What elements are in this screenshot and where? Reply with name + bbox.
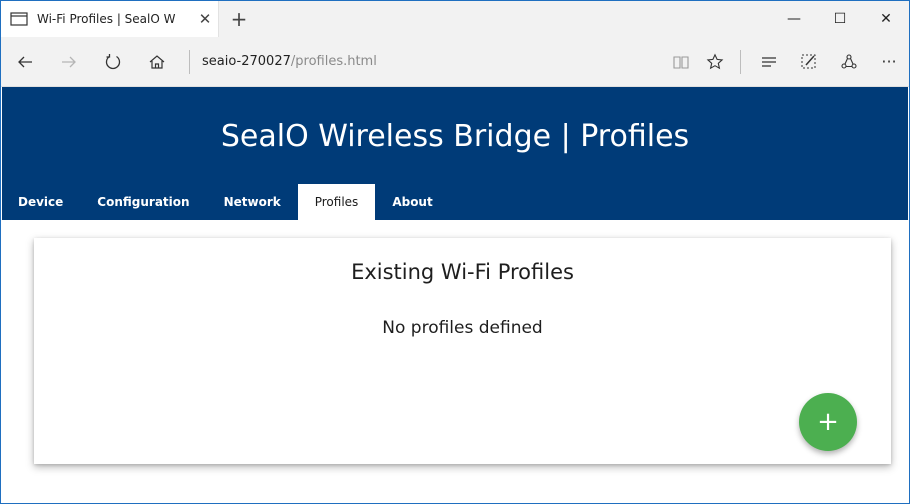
forward-button[interactable] xyxy=(47,37,91,87)
refresh-button[interactable] xyxy=(91,37,135,87)
menu-item-configuration[interactable]: Configuration xyxy=(80,184,206,220)
page-header: SealO Wireless Bridge | Profiles Device … xyxy=(2,87,908,220)
share-icon xyxy=(841,53,857,69)
toolbar-separator xyxy=(740,49,741,74)
new-tab-button[interactable]: + xyxy=(219,1,259,37)
tab-title: Wi-Fi Profiles | SealO W xyxy=(37,12,176,26)
home-icon xyxy=(149,54,165,69)
hub-button[interactable] xyxy=(749,37,789,87)
profiles-card: Existing Wi-Fi Profiles No profiles defi… xyxy=(34,238,891,464)
web-page: SealO Wireless Bridge | Profiles Device … xyxy=(2,87,908,502)
more-button[interactable]: ··· xyxy=(869,37,909,87)
refresh-icon xyxy=(105,53,121,69)
maximize-button[interactable]: ☐ xyxy=(817,1,863,37)
back-button[interactable] xyxy=(3,37,47,87)
tab-page-icon xyxy=(10,12,28,26)
title-bar-drag-area xyxy=(259,1,771,37)
main-menu: Device Configuration Network Profiles Ab… xyxy=(2,184,450,220)
browser-tab[interactable]: Wi-Fi Profiles | SealO W ✕ xyxy=(1,1,219,37)
back-icon xyxy=(18,56,32,67)
reading-view-icon xyxy=(673,55,689,69)
favorite-star-icon xyxy=(706,52,724,69)
address-separator xyxy=(189,49,190,74)
add-profile-button[interactable]: + xyxy=(799,393,857,451)
favorite-button[interactable] xyxy=(698,37,732,87)
web-note-icon xyxy=(801,54,816,68)
title-bar: Wi-Fi Profiles | SealO W ✕ + — ☐ ✕ xyxy=(1,1,909,37)
browser-window: Wi-Fi Profiles | SealO W ✕ + — ☐ ✕ seaio… xyxy=(0,0,910,504)
menu-item-device[interactable]: Device xyxy=(2,184,80,220)
menu-item-profiles[interactable]: Profiles xyxy=(297,184,376,220)
share-button[interactable] xyxy=(829,37,869,87)
address-host: seaio-270027 xyxy=(202,54,291,69)
page-title: SealO Wireless Bridge | Profiles xyxy=(220,119,690,154)
reading-view-button[interactable] xyxy=(664,37,698,87)
close-window-button[interactable]: ✕ xyxy=(863,1,909,37)
navigation-bar: seaio-270027/profiles.html ··· xyxy=(1,37,909,87)
address-path: /profiles.html xyxy=(290,54,377,69)
minimize-button[interactable]: — xyxy=(771,1,817,37)
forward-icon xyxy=(62,56,76,67)
address-bar[interactable]: seaio-270027/profiles.html xyxy=(202,54,664,69)
card-title: Existing Wi-Fi Profiles xyxy=(351,260,574,284)
hub-icon xyxy=(762,56,776,67)
more-icon: ··· xyxy=(881,52,897,71)
empty-profiles-message: No profiles defined xyxy=(382,318,543,338)
menu-item-about[interactable]: About xyxy=(375,184,449,220)
menu-item-network[interactable]: Network xyxy=(207,184,298,220)
home-button[interactable] xyxy=(135,37,179,87)
tab-close-icon[interactable]: ✕ xyxy=(192,10,218,28)
web-note-button[interactable] xyxy=(789,37,829,87)
